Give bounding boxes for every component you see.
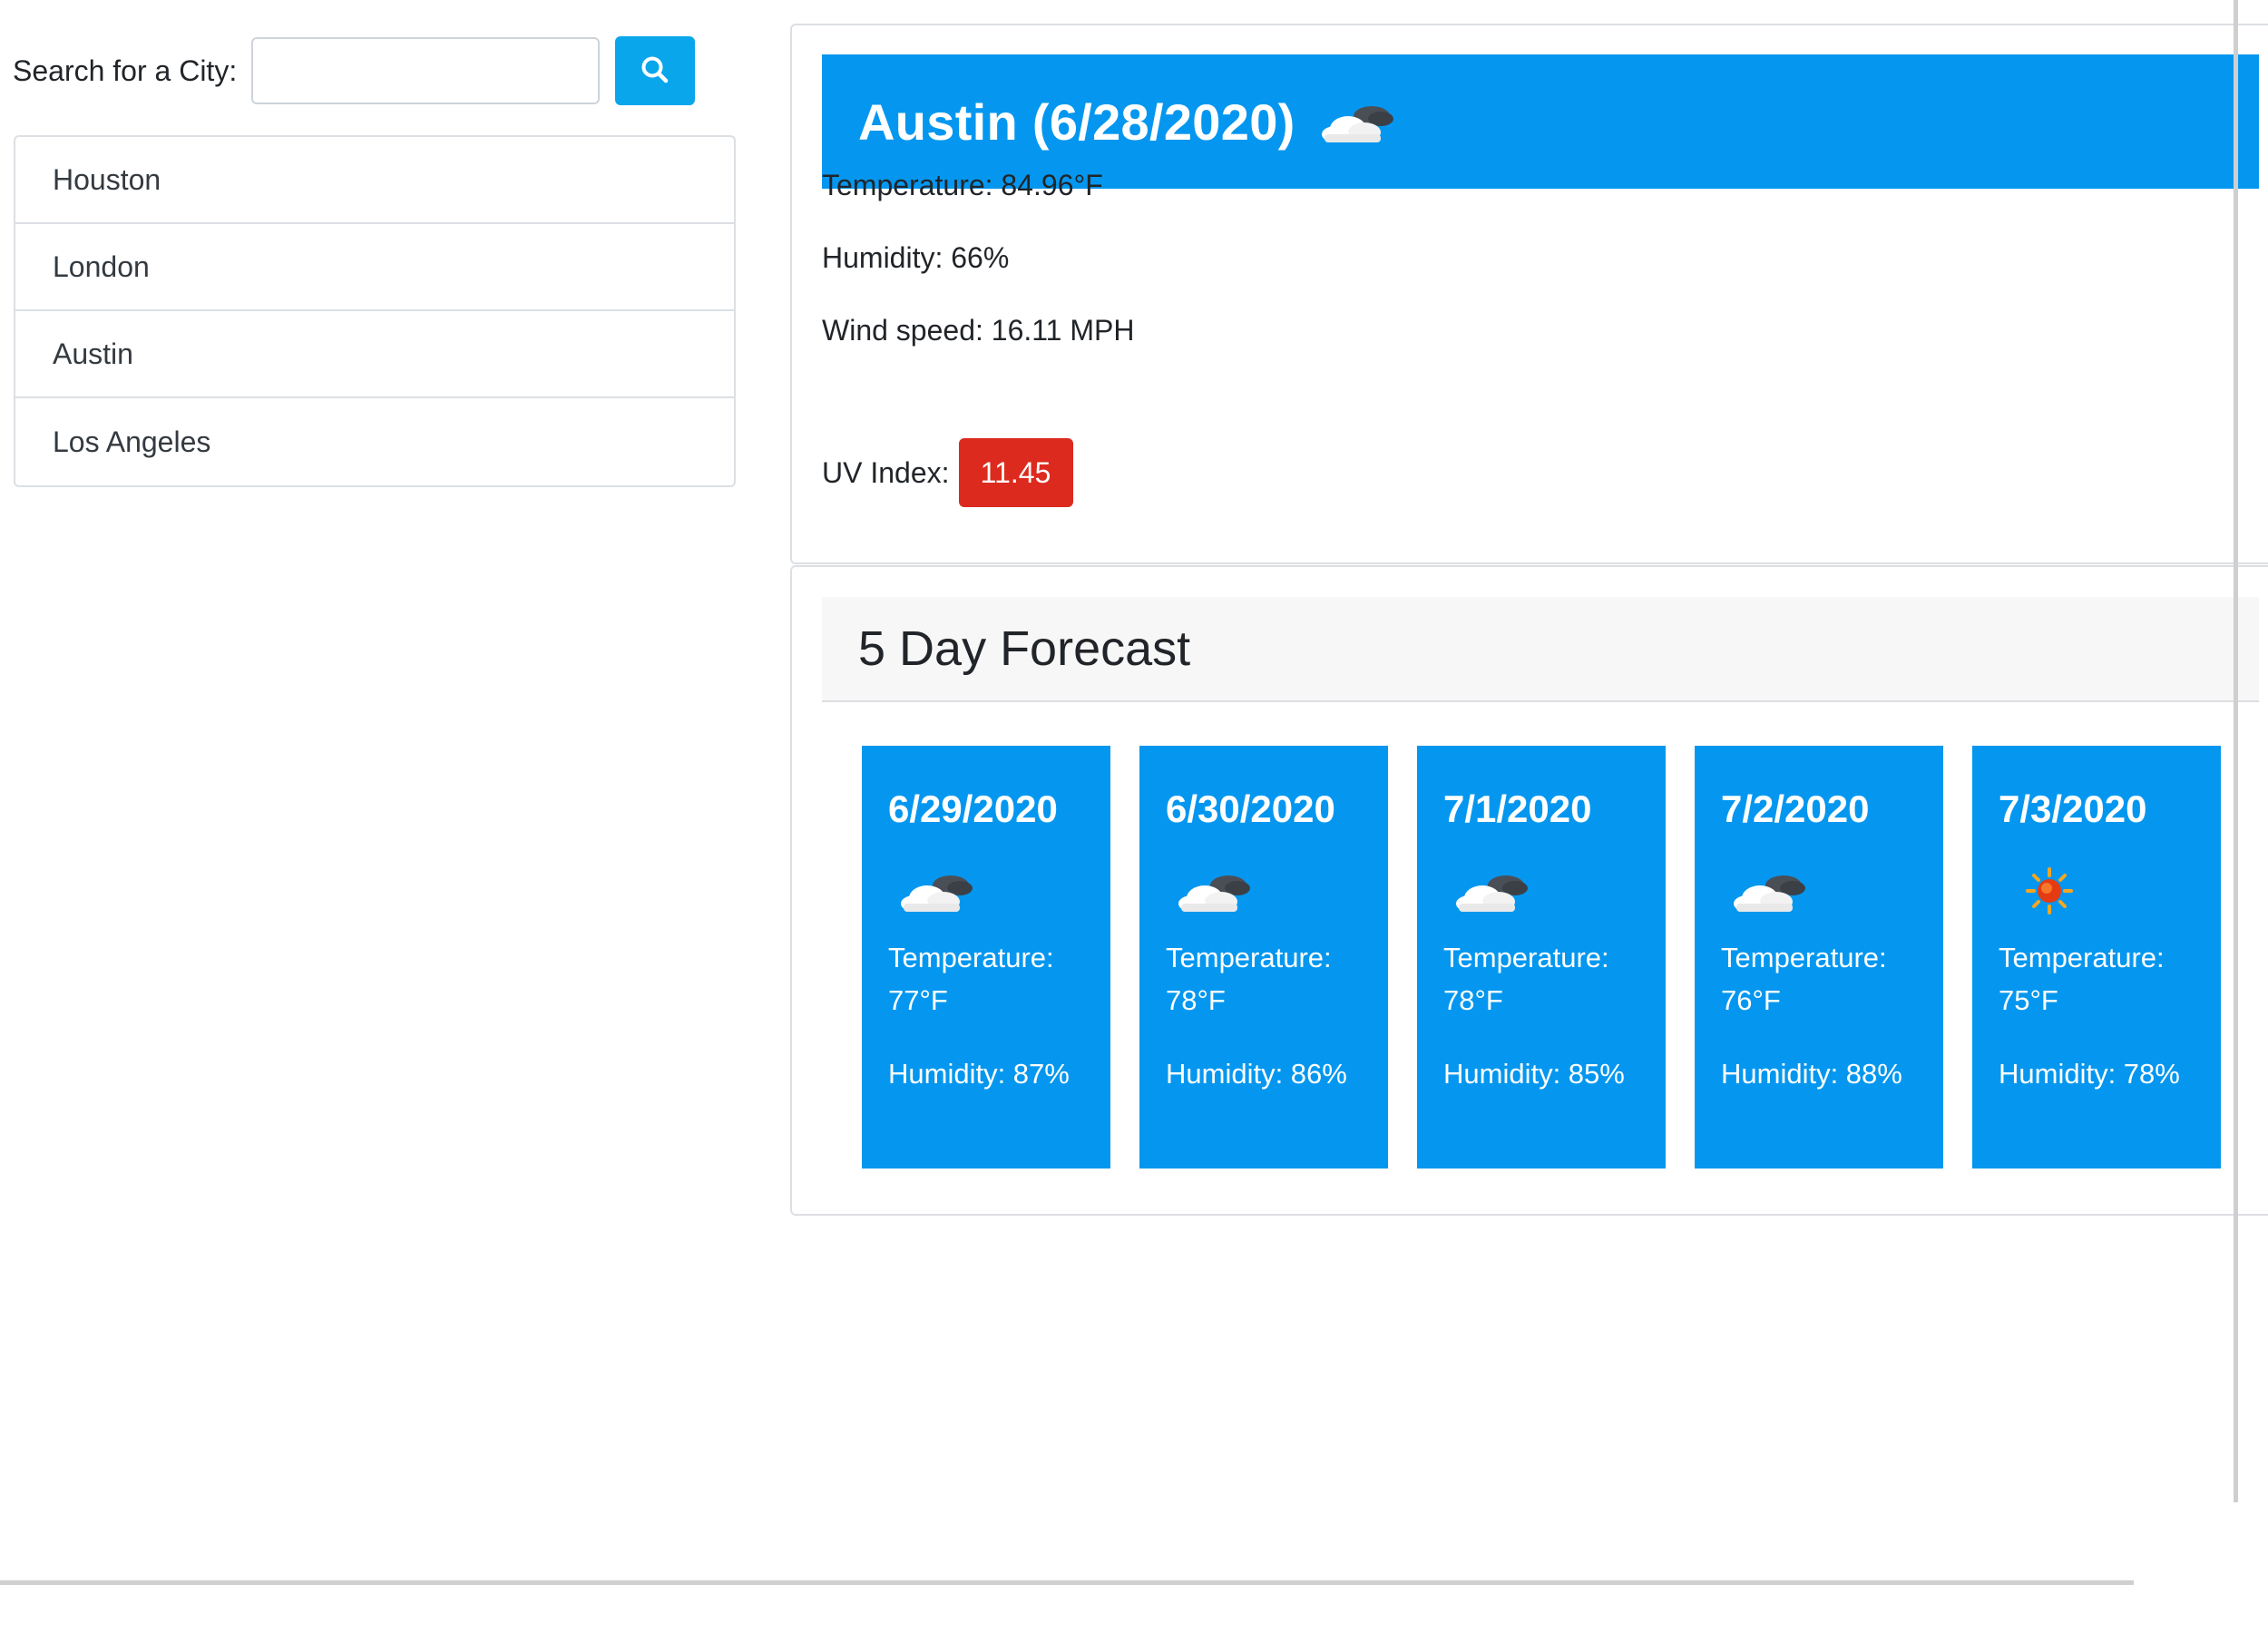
forecast-temperature-label: Temperature: bbox=[888, 942, 1054, 973]
vertical-scrollbar[interactable] bbox=[2234, 0, 2238, 1502]
forecast-humidity: Humidity: 88% bbox=[1721, 1058, 1902, 1090]
forecast-date: 6/29/2020 bbox=[888, 787, 1058, 830]
current-temperature: Temperature: 84.96°F bbox=[822, 169, 1103, 201]
forecast-temperature: 76°F bbox=[1721, 984, 1781, 1016]
sun-icon bbox=[2026, 867, 2073, 914]
forecast-header: 5 Day Forecast bbox=[822, 597, 2259, 702]
uv-index-badge: 11.45 bbox=[958, 438, 1073, 507]
forecast-humidity: Humidity: 78% bbox=[1999, 1058, 2180, 1090]
forecast-day-card: 7/1/2020 Temperature: 78°F Humidity: 85% bbox=[1417, 746, 1666, 1169]
forecast-humidity: Humidity: 86% bbox=[1166, 1058, 1347, 1090]
current-wind-speed: Wind speed: 16.11 MPH bbox=[822, 314, 1135, 347]
partly-cloudy-icon bbox=[1178, 875, 1250, 912]
search-icon bbox=[640, 54, 670, 88]
forecast-temperature-label: Temperature: bbox=[1443, 942, 1609, 973]
partly-cloudy-icon bbox=[1456, 875, 1528, 912]
history-item-los-angeles[interactable]: Los Angeles bbox=[15, 398, 734, 485]
history-item-london[interactable]: London bbox=[15, 224, 734, 311]
forecast-temperature: 78°F bbox=[1443, 984, 1503, 1016]
forecast-day-card: 7/3/2020 Temperature: 75°F Humidity: 78% bbox=[1972, 746, 2221, 1169]
current-city-title: Austin (6/28/2020) bbox=[858, 93, 1295, 151]
forecast-date: 7/2/2020 bbox=[1721, 787, 1870, 830]
partly-cloudy-icon bbox=[1734, 875, 1805, 912]
history-item-houston[interactable]: Houston bbox=[15, 137, 734, 224]
forecast-day-card: 6/29/2020 Temperature: 77°F Humidity: 87… bbox=[862, 746, 1110, 1169]
forecast-card: 5 Day Forecast 6/29/2020 Temperature: 77… bbox=[790, 565, 2268, 1216]
forecast-date: 7/3/2020 bbox=[1999, 787, 2147, 830]
horizontal-scrollbar[interactable] bbox=[0, 1580, 2134, 1585]
forecast-date: 7/1/2020 bbox=[1443, 787, 1592, 830]
current-weather-card: Austin (6/28/2020) Temperature: 84.96°F … bbox=[790, 24, 2268, 564]
search-bar: Search for a City: bbox=[13, 36, 696, 105]
forecast-day-card: 6/30/2020 Temperature: 78°F Humidity: 86… bbox=[1139, 746, 1388, 1169]
search-button[interactable] bbox=[615, 36, 696, 105]
uv-index-label: UV Index: bbox=[822, 455, 950, 489]
uv-index-row: UV Index: 11.45 bbox=[822, 438, 1073, 507]
city-search-input[interactable] bbox=[251, 37, 601, 104]
forecast-temperature-label: Temperature: bbox=[1166, 942, 1332, 973]
history-item-austin[interactable]: Austin bbox=[15, 311, 734, 398]
forecast-temperature: 78°F bbox=[1166, 984, 1226, 1016]
forecast-temperature-label: Temperature: bbox=[1721, 942, 1887, 973]
forecast-temperature: 75°F bbox=[1999, 984, 2058, 1016]
forecast-title: 5 Day Forecast bbox=[858, 621, 1191, 676]
partly-cloudy-icon bbox=[1321, 106, 1393, 142]
forecast-temperature: 77°F bbox=[888, 984, 948, 1016]
forecast-date: 6/30/2020 bbox=[1166, 787, 1335, 830]
partly-cloudy-icon bbox=[901, 875, 973, 912]
forecast-humidity: Humidity: 85% bbox=[1443, 1058, 1625, 1090]
search-label: Search for a City: bbox=[13, 54, 238, 87]
search-history-list: Houston London Austin Los Angeles bbox=[14, 135, 736, 487]
forecast-humidity: Humidity: 87% bbox=[888, 1058, 1070, 1090]
forecast-temperature-label: Temperature: bbox=[1999, 942, 2165, 973]
forecast-day-card: 7/2/2020 Temperature: 76°F Humidity: 88% bbox=[1695, 746, 1943, 1169]
current-humidity: Humidity: 66% bbox=[822, 241, 1010, 274]
